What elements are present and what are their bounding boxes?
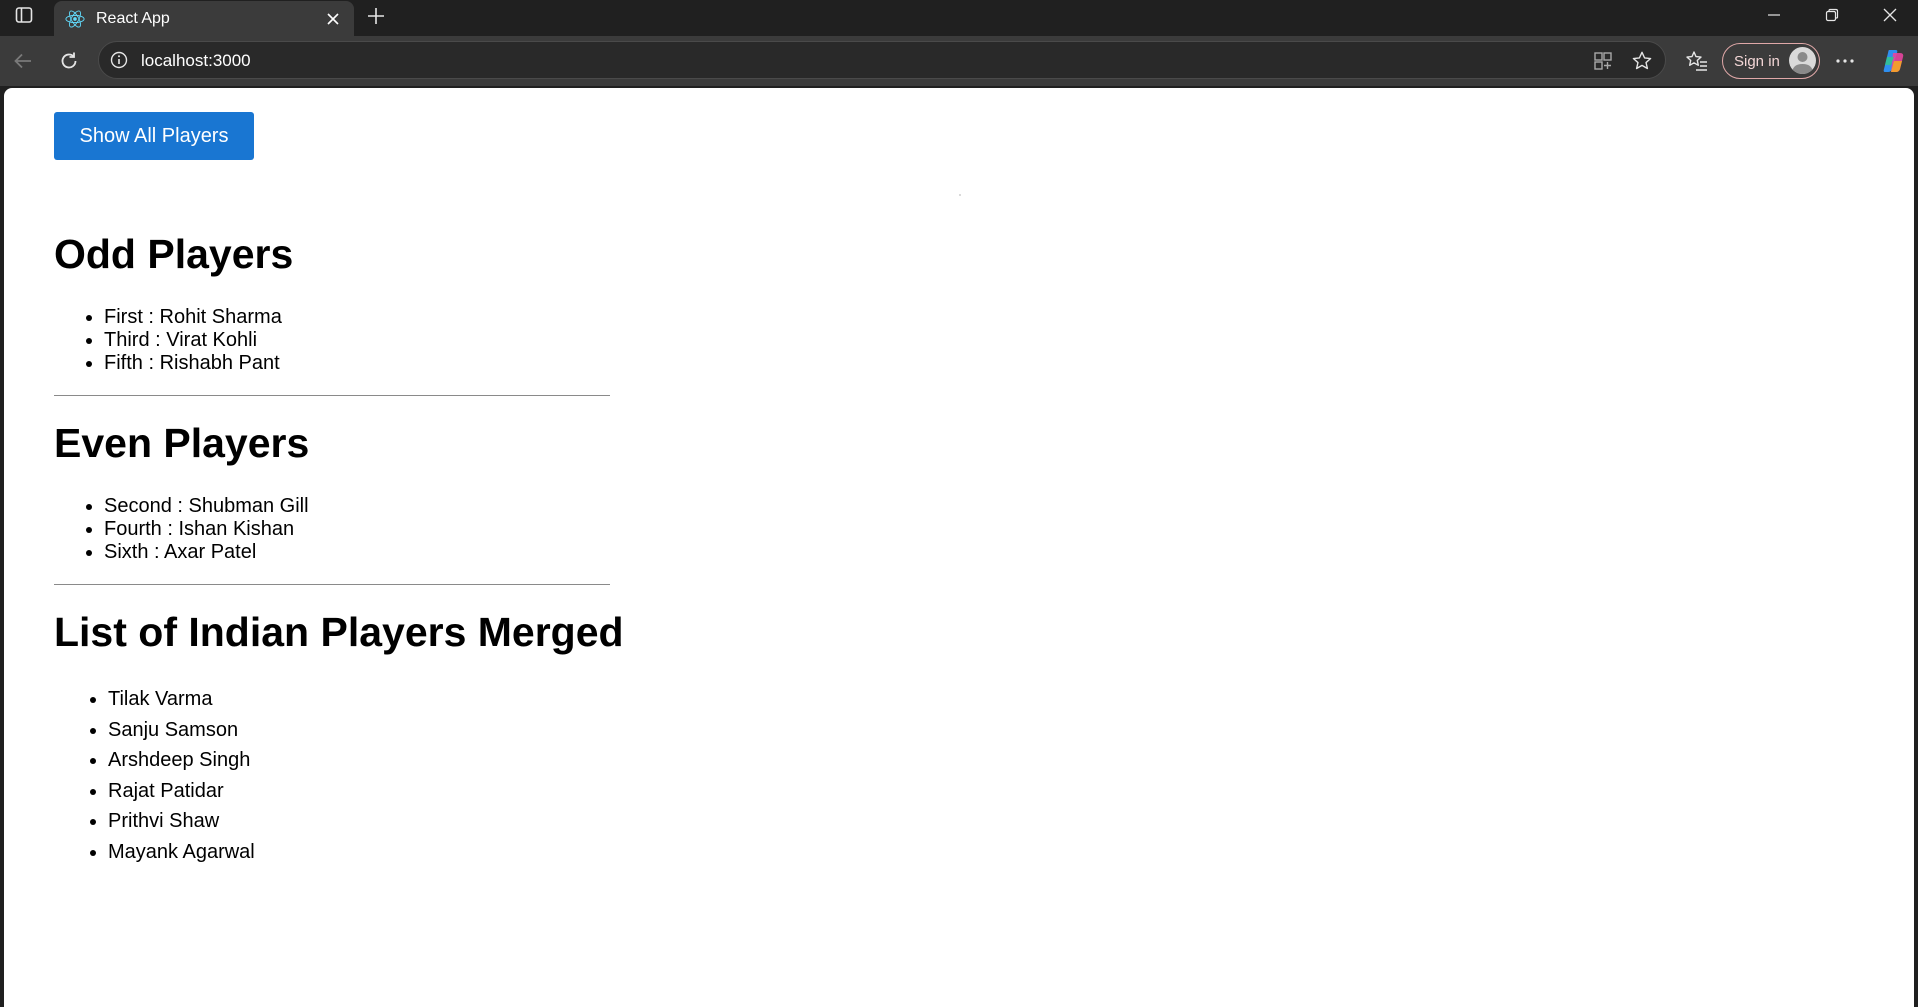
site-info-icon[interactable] bbox=[109, 50, 129, 70]
close-icon bbox=[1883, 8, 1897, 22]
browser-tab[interactable]: React App bbox=[54, 1, 354, 36]
divider bbox=[54, 395, 610, 396]
odd-players-list: First : Rohit Sharma Third : Virat Kohli… bbox=[54, 306, 282, 375]
restore-icon bbox=[1825, 8, 1839, 22]
copilot-icon bbox=[1883, 50, 1904, 72]
sign-in-button[interactable]: Sign in bbox=[1722, 43, 1820, 79]
list-item: Fourth : Ishan Kishan bbox=[104, 518, 309, 541]
more-dots-icon bbox=[1836, 59, 1854, 63]
minimize-icon bbox=[1768, 14, 1780, 16]
list-item: Second : Shubman Gill bbox=[104, 495, 309, 518]
list-item: Third : Virat Kohli bbox=[104, 329, 282, 352]
list-item: Tilak Varma bbox=[108, 684, 255, 715]
browser-toolbar: localhost:3000 Sign in bbox=[0, 36, 1918, 86]
list-item: Fifth : Rishabh Pant bbox=[104, 352, 282, 375]
list-item: Rajat Patidar bbox=[108, 776, 255, 807]
list-item: Mayank Agarwal bbox=[108, 837, 255, 868]
merged-players-heading: List of Indian Players Merged bbox=[54, 609, 624, 655]
url-text: localhost:3000 bbox=[141, 51, 251, 70]
favorites-icon bbox=[1686, 51, 1707, 71]
plus-icon bbox=[368, 8, 384, 24]
restore-button[interactable] bbox=[1804, 0, 1860, 30]
copilot-button[interactable] bbox=[1879, 46, 1909, 76]
list-item: Sanju Samson bbox=[108, 715, 255, 746]
tab-title: React App bbox=[96, 9, 170, 27]
list-item: Arshdeep Singh bbox=[108, 745, 255, 776]
sign-in-label: Sign in bbox=[1734, 52, 1780, 70]
tab-close-icon[interactable] bbox=[322, 8, 344, 30]
stray-pixel bbox=[959, 194, 961, 196]
divider bbox=[54, 584, 610, 585]
react-logo-icon bbox=[64, 8, 86, 30]
reload-button[interactable] bbox=[53, 45, 85, 77]
favorites-button[interactable] bbox=[1684, 48, 1710, 74]
more-options-button[interactable] bbox=[1832, 48, 1858, 74]
merged-players-list: Tilak Varma Sanju Samson Arshdeep Singh … bbox=[54, 684, 255, 868]
reload-icon bbox=[61, 52, 77, 69]
close-window-button[interactable] bbox=[1862, 0, 1918, 30]
list-item: Prithvi Shaw bbox=[108, 806, 255, 837]
address-bar[interactable]: localhost:3000 bbox=[98, 41, 1666, 79]
show-all-players-button[interactable]: Show All Players bbox=[54, 112, 254, 160]
avatar-icon bbox=[1789, 47, 1816, 74]
minimize-button[interactable] bbox=[1746, 0, 1802, 30]
browser-tab-bar: React App bbox=[0, 0, 1918, 36]
back-arrow-icon bbox=[14, 53, 31, 69]
even-players-list: Second : Shubman Gill Fourth : Ishan Kis… bbox=[54, 495, 309, 564]
new-tab-button[interactable] bbox=[362, 2, 390, 30]
app-available-icon[interactable] bbox=[1592, 50, 1614, 72]
page-viewport: Show All Players Odd Players First : Roh… bbox=[4, 88, 1914, 1007]
back-button[interactable] bbox=[7, 45, 39, 77]
even-players-heading: Even Players bbox=[54, 420, 310, 466]
tab-actions-button[interactable] bbox=[0, 0, 48, 30]
favorite-star-icon[interactable] bbox=[1631, 50, 1653, 72]
list-item: First : Rohit Sharma bbox=[104, 306, 282, 329]
list-item: Sixth : Axar Patel bbox=[104, 541, 309, 564]
tab-actions-icon bbox=[15, 7, 33, 23]
odd-players-heading: Odd Players bbox=[54, 231, 294, 277]
